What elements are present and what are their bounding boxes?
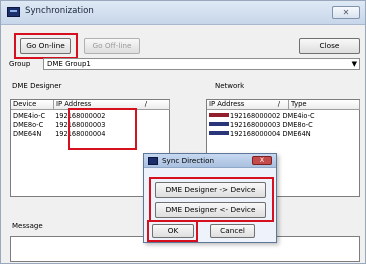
go-offline-button: Go Off-line <box>84 38 140 54</box>
cancel-button[interactable]: Cancel <box>210 224 255 238</box>
network-device-icon <box>209 113 229 117</box>
device-row[interactable]: DME4io-C 192168000002 <box>13 112 105 121</box>
group-selected-value: DME Group1 <box>47 60 91 68</box>
group-dropdown[interactable]: DME Group1 ▼ <box>43 58 360 70</box>
designer-from-device-button[interactable]: DME Designer <- Device <box>155 202 266 218</box>
chevron-down-icon: ▼ <box>351 60 357 68</box>
network-row[interactable]: 192168000003 DME8o-C <box>209 121 313 130</box>
ip-address-column-header[interactable]: IP Address / <box>54 100 170 110</box>
dialog-title: Sync Direction <box>162 156 215 165</box>
message-label: Message <box>12 222 43 230</box>
network-device-icon <box>209 122 229 126</box>
close-button[interactable]: Close <box>299 38 360 54</box>
device-row[interactable]: DME64N 192168000004 <box>13 130 105 139</box>
device-column-header[interactable]: Device <box>11 100 54 110</box>
network-ip-column-header[interactable]: IP Address / <box>207 100 289 110</box>
window-title: Synchronization <box>25 6 94 16</box>
go-online-button[interactable]: Go On-line <box>20 38 71 54</box>
network-title: Network <box>215 82 245 90</box>
sync-direction-dialog: Sync Direction X DME Designer -> Device … <box>143 153 277 243</box>
synchronization-window: Synchronization ✕ Go On-line Go Off-line… <box>0 0 366 264</box>
dialog-title-bar: Sync Direction X <box>144 154 276 168</box>
ok-button[interactable]: OK <box>152 224 194 238</box>
window-close-button[interactable]: ✕ <box>332 6 360 19</box>
designer-to-device-button[interactable]: DME Designer -> Device <box>155 182 266 198</box>
dme-app-icon <box>148 157 158 165</box>
device-row[interactable]: DME8o-C 192168000003 <box>13 121 105 130</box>
title-bar: Synchronization ✕ <box>1 1 365 25</box>
group-label: Group <box>9 60 31 68</box>
dialog-close-button[interactable]: X <box>252 156 272 165</box>
dme-designer-title: DME Designer <box>12 82 62 90</box>
network-device-icon <box>209 131 229 135</box>
network-row[interactable]: 192168000004 DME64N <box>209 130 311 139</box>
network-row[interactable]: 192168000002 DME4io-C <box>209 112 315 121</box>
type-column-header[interactable]: Type <box>289 100 360 110</box>
app-icon <box>7 7 20 17</box>
